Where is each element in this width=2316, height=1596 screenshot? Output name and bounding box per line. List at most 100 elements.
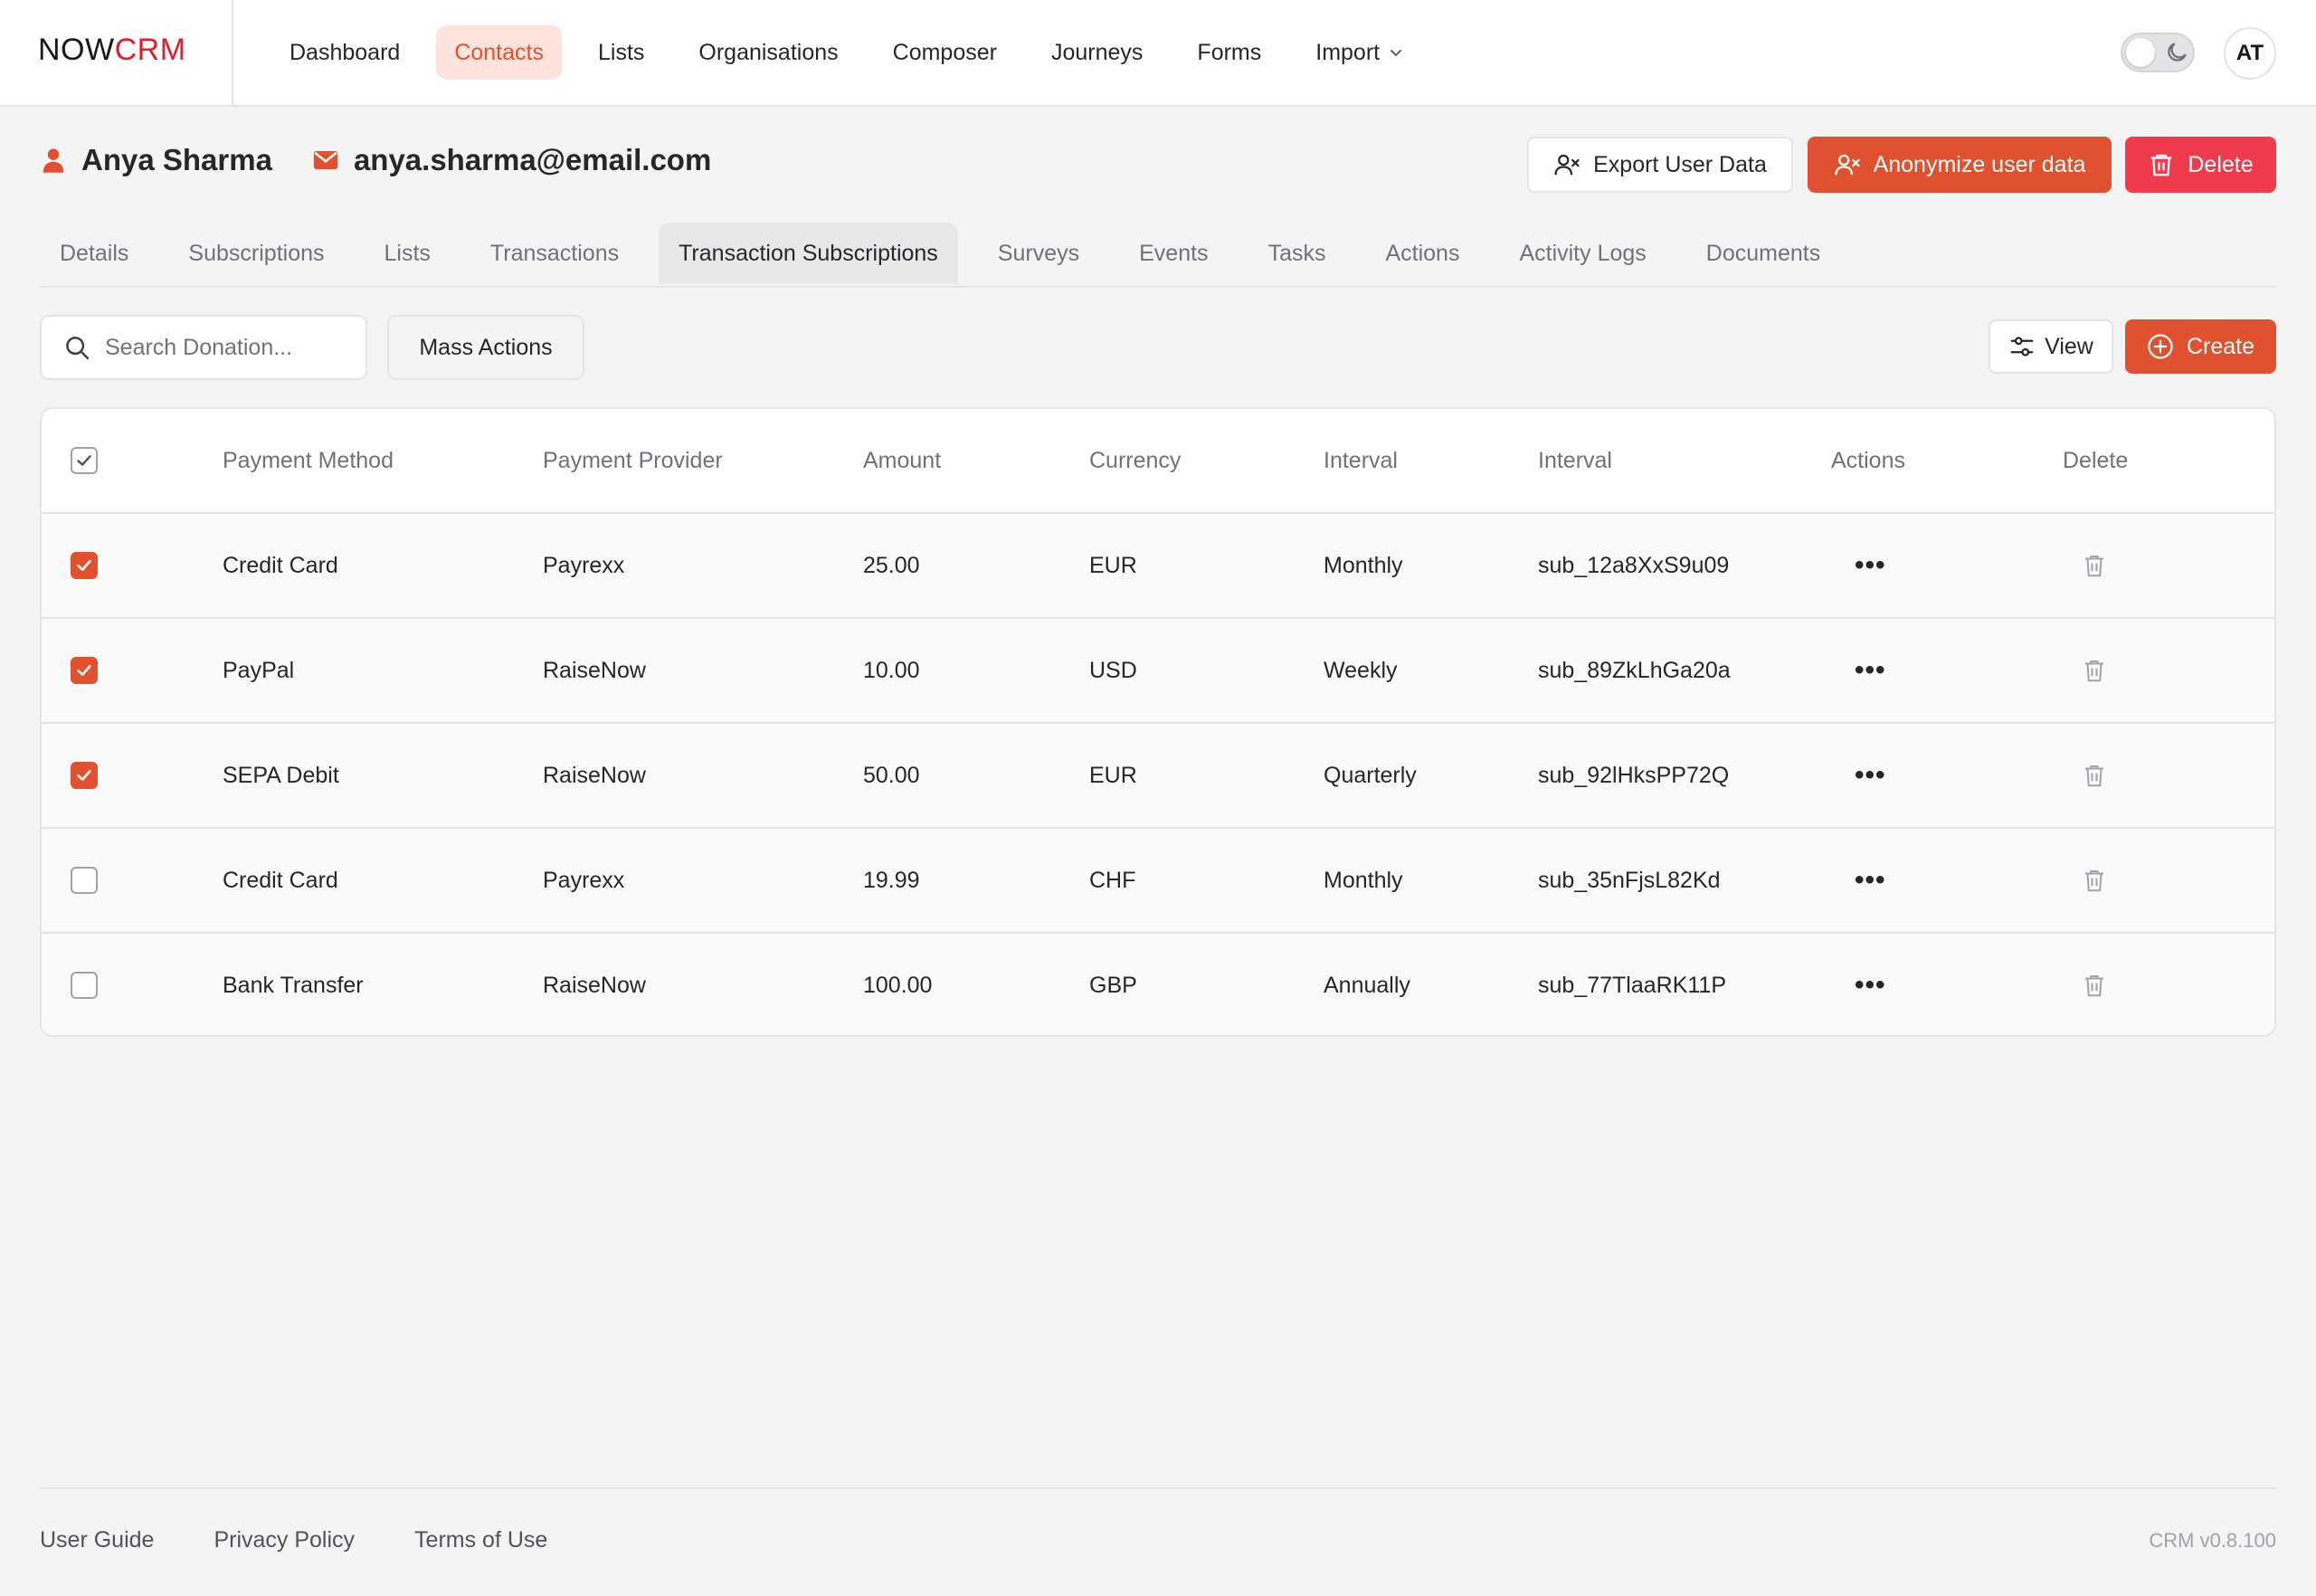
nav-composer[interactable]: Composer (875, 25, 1015, 80)
cell-payment-provider: Payrexx (543, 867, 625, 893)
cell-interval: Monthly (1324, 552, 1403, 578)
user-avatar[interactable]: AT (2224, 27, 2276, 80)
user-x-icon (1554, 154, 1580, 176)
user-x-icon (1834, 154, 1860, 176)
row-checkbox[interactable] (71, 972, 98, 999)
search-input[interactable] (105, 334, 349, 361)
create-button[interactable]: Create (2125, 319, 2276, 374)
row-delete-button[interactable] (2081, 514, 2108, 617)
row-select-cell (71, 934, 98, 1035)
table-row[interactable]: Credit Card Payrexx 25.00 EUR Monthly sub_12a… (42, 514, 2274, 619)
cell-amount: 100.00 (863, 972, 933, 998)
tab-tasks[interactable]: Tasks (1248, 223, 1346, 284)
cell-payment-method: SEPA Debit (223, 762, 339, 788)
row-actions-menu-button[interactable]: ••• (1855, 514, 1886, 617)
trash-icon (2151, 154, 2172, 176)
footer-link-terms-of-use[interactable]: Terms of Use (414, 1527, 547, 1553)
table-row[interactable]: SEPA Debit RaiseNow 50.00 EUR Quarterly sub_9… (42, 724, 2274, 829)
tab-surveys[interactable]: Surveys (978, 223, 1099, 284)
nav-organisations[interactable]: Organisations (680, 25, 856, 80)
trash-icon (2085, 556, 2103, 577)
footer-link-privacy-policy[interactable]: Privacy Policy (214, 1527, 355, 1553)
tab-subscriptions[interactable]: Subscriptions (168, 223, 344, 284)
cell-currency: USD (1089, 657, 1137, 683)
nav-forms-label: Forms (1197, 40, 1262, 65)
row-actions-menu-button[interactable]: ••• (1855, 619, 1886, 722)
row-actions-menu-button[interactable]: ••• (1855, 934, 1886, 1035)
column-header-currency[interactable]: Currency (1089, 409, 1181, 512)
tab-events[interactable]: Events (1119, 223, 1228, 284)
nowcrm-logo[interactable]: NOWCRM (38, 33, 186, 68)
nav-forms[interactable]: Forms (1179, 25, 1279, 80)
cell-interval: Annually (1324, 972, 1410, 998)
footer-links: User Guide Privacy Policy Terms of Use (40, 1527, 547, 1553)
row-delete-button[interactable] (2081, 829, 2108, 932)
contact-email-text: anya.sharma@email.com (353, 143, 712, 176)
view-options-label: View (2045, 333, 2093, 359)
row-select-cell (71, 724, 98, 827)
row-delete-button[interactable] (2081, 934, 2108, 1035)
cell-payment-provider: RaiseNow (543, 657, 646, 683)
row-actions-menu-button[interactable]: ••• (1855, 724, 1886, 827)
cell-interval: Weekly (1324, 657, 1398, 683)
footer-divider (40, 1487, 2276, 1489)
row-checkbox[interactable] (71, 657, 98, 684)
row-checkbox[interactable] (71, 762, 98, 789)
table-row[interactable]: Bank Transfer RaiseNow 100.00 GBP Annually su… (42, 934, 2274, 1035)
row-checkbox[interactable] (71, 867, 98, 894)
cell-subscription-id: sub_12a8XxS9u09 (1538, 552, 1730, 578)
export-user-data-button[interactable]: Export User Data (1527, 137, 1793, 193)
nav-dashboard-label: Dashboard (290, 40, 401, 65)
contact-header: Anya Sharma anya.sharma@email.com (40, 143, 751, 177)
transaction-subscriptions-table: Payment Method Payment Provider Amount C… (40, 407, 2276, 1037)
footer-link-user-guide[interactable]: User Guide (40, 1527, 154, 1553)
select-all-cell (71, 409, 98, 512)
column-header-delete: Delete (2063, 447, 2129, 473)
search-box (40, 315, 367, 380)
cell-payment-provider: Payrexx (543, 552, 625, 578)
row-checkbox[interactable] (71, 552, 98, 579)
tab-transaction-subscriptions[interactable]: Transaction Subscriptions (659, 223, 958, 284)
tab-activity-logs[interactable]: Activity Logs (1499, 223, 1666, 284)
nav-import[interactable]: Import (1297, 25, 1421, 80)
tab-transactions[interactable]: Transactions (470, 223, 639, 284)
cell-amount: 10.00 (863, 657, 920, 683)
anonymize-user-data-button[interactable]: Anonymize user data (1808, 137, 2112, 193)
tab-actions[interactable]: Actions (1365, 223, 1479, 284)
theme-toggle[interactable] (2121, 33, 2195, 72)
column-header-interval[interactable]: Interval (1324, 409, 1398, 512)
row-delete-button[interactable] (2081, 619, 2108, 722)
view-options-button[interactable]: View (1989, 319, 2113, 374)
column-header-interval-id[interactable]: Interval (1538, 409, 1612, 512)
row-delete-button[interactable] (2081, 724, 2108, 827)
top-navigation-bar: NOWCRM Dashboard Contacts Lists Organisa… (0, 0, 2316, 107)
tab-details[interactable]: Details (40, 223, 148, 284)
column-header-amount[interactable]: Amount (863, 409, 941, 512)
nav-composer-label: Composer (892, 40, 997, 65)
trash-icon (2085, 975, 2103, 997)
delete-contact-button[interactable]: Delete (2125, 137, 2276, 193)
tab-lists[interactable]: Lists (365, 223, 451, 284)
row-actions-menu-button[interactable]: ••• (1855, 829, 1886, 932)
logo-text-now: NOW (38, 33, 115, 67)
cell-subscription-id: sub_77TlaaRK11P (1538, 972, 1727, 998)
contact-name: Anya Sharma (40, 143, 272, 177)
mass-actions-button[interactable]: Mass Actions (387, 315, 584, 380)
sliders-icon (2010, 337, 2034, 356)
cell-subscription-id: sub_35nFjsL82Kd (1538, 867, 1721, 893)
export-user-data-label: Export User Data (1593, 151, 1767, 177)
cell-amount: 25.00 (863, 552, 920, 578)
tab-documents[interactable]: Documents (1686, 223, 1840, 284)
nav-journeys[interactable]: Journeys (1033, 25, 1161, 80)
column-header-payment-provider[interactable]: Payment Provider (543, 409, 723, 512)
nav-dashboard[interactable]: Dashboard (271, 25, 418, 80)
main-nav: Dashboard Contacts Lists Organisations C… (271, 25, 1439, 80)
nav-contacts[interactable]: Contacts (436, 25, 562, 80)
nav-import-label: Import (1315, 40, 1381, 65)
nav-lists[interactable]: Lists (580, 25, 662, 80)
select-all-checkbox[interactable] (71, 447, 98, 474)
table-row[interactable]: Credit Card Payrexx 19.99 CHF Monthly sub_35n… (42, 829, 2274, 934)
cell-payment-method: Credit Card (223, 867, 338, 893)
table-row[interactable]: PayPal RaiseNow 10.00 USD Weekly sub_89ZkLhGa… (42, 619, 2274, 724)
column-header-payment-method[interactable]: Payment Method (223, 409, 394, 512)
